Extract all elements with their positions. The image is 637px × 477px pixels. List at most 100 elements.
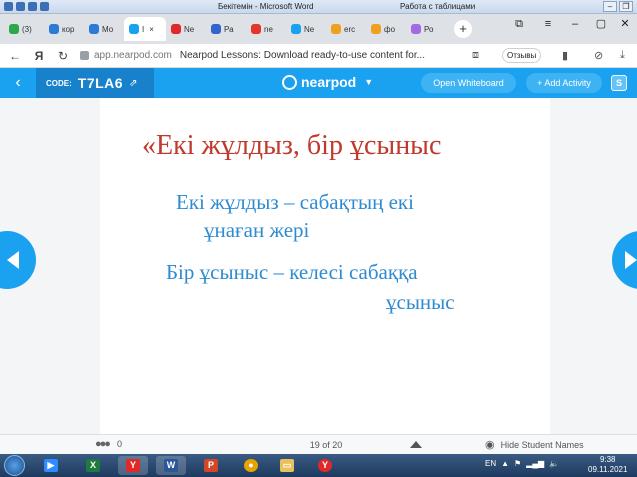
close-tab-icon[interactable]: × xyxy=(149,25,154,34)
reload-icon[interactable]: ↻ xyxy=(54,49,72,63)
url-text[interactable]: app.nearpod.com xyxy=(94,50,172,61)
taskbar-zoom[interactable]: ▶ xyxy=(36,456,66,475)
word-quick-access xyxy=(0,2,150,11)
flag-icon[interactable]: ⚑ xyxy=(514,459,521,468)
next-slide-button[interactable] xyxy=(612,231,637,289)
previous-slide-button[interactable] xyxy=(0,231,36,289)
nearpod-header: ‹ CODE: T7LA6 ⇗ nearpod ▼ Open Whiteboar… xyxy=(0,68,637,98)
expand-up-icon[interactable] xyxy=(410,441,422,448)
clock-time: 9:38 xyxy=(599,455,616,464)
undo-icon[interactable] xyxy=(28,2,37,11)
browser-tab[interactable]: Ра xyxy=(206,17,246,41)
browser-tab[interactable]: Ne xyxy=(286,17,326,41)
taskbar-powerpoint[interactable]: P xyxy=(196,456,226,475)
tab-favicon-icon xyxy=(9,24,19,34)
word-icon[interactable] xyxy=(4,2,13,11)
browser-tab[interactable]: Мо xyxy=(84,17,124,41)
tab-favicon-icon xyxy=(171,24,181,34)
tabs-menu-icon[interactable]: ⧉ xyxy=(506,14,532,34)
tab-favicon-icon xyxy=(331,24,341,34)
taskbar-chrome[interactable]: ● xyxy=(236,456,266,475)
address-bar: ← Я ↻ app.nearpod.com Nearpod Lessons: D… xyxy=(0,44,637,68)
tab-label: Мо xyxy=(102,24,114,34)
browser-tab[interactable]: Ро xyxy=(406,17,446,41)
skype-icon[interactable]: S xyxy=(611,75,627,91)
nearpod-logo-text: nearpod xyxy=(301,74,357,90)
start-button[interactable] xyxy=(4,455,25,476)
language-indicator[interactable]: EN xyxy=(485,459,496,468)
yandex-logo-icon[interactable]: Я xyxy=(30,49,48,63)
tab-label: Ne xyxy=(304,24,315,34)
hide-student-names-button[interactable]: ◉ Hide Student Names xyxy=(485,438,584,451)
tab-label: Ne xyxy=(184,24,195,34)
back-arrow-icon[interactable]: ← xyxy=(6,49,24,63)
users-icon: ●●● xyxy=(95,438,111,450)
redo-icon[interactable] xyxy=(40,2,49,11)
taskbar-word[interactable]: W xyxy=(156,456,186,475)
page-indicator[interactable]: 19 of 20 xyxy=(300,440,352,450)
add-activity-button[interactable]: + Add Activity xyxy=(526,73,602,93)
bookmark-icon[interactable]: ▮ xyxy=(562,49,568,62)
slide-text-line-4: ұсыныс xyxy=(386,290,455,314)
translate-icon[interactable]: ⧈ xyxy=(472,49,479,62)
close-window-button[interactable]: ✕ xyxy=(612,14,637,34)
students-counter[interactable]: ●●● 0 xyxy=(95,438,122,450)
nearpod-logo[interactable]: nearpod ▼ xyxy=(282,74,373,90)
word-window-controls: – ❐ xyxy=(603,1,633,12)
browser-tab-strip: (3) кор Мо I × Ne Ра ne Ne erc фо Ро + ⧉ ≡ – ▢ ✕ xyxy=(0,14,637,44)
yandex-icon: Y xyxy=(318,459,332,472)
clock[interactable]: 9:38 09.11.2021 xyxy=(588,455,627,475)
open-whiteboard-button[interactable]: Open Whiteboard xyxy=(421,73,516,93)
slide: «Екі жұлдыз, бір ұсыныс Екі жұлдыз – саб… xyxy=(100,98,550,434)
reviews-button[interactable]: Отзывы xyxy=(502,48,542,63)
nearpod-footer: ●●● 0 19 of 20 ◉ Hide Student Names xyxy=(0,434,637,454)
taskbar-explorer[interactable]: ▭ xyxy=(272,456,302,475)
tab-favicon-icon xyxy=(291,24,301,34)
tab-list: (3) кор Мо I × Ne Ра ne Ne erc фо Ро xyxy=(0,17,446,41)
volume-icon[interactable]: 🔈 xyxy=(549,459,559,468)
taskbar-yandex-2[interactable]: Y xyxy=(310,456,340,475)
taskbar-yandex[interactable]: Y xyxy=(118,456,148,475)
browser-tab[interactable]: Ne xyxy=(166,17,206,41)
code-panel[interactable]: CODE: T7LA6 ⇗ xyxy=(36,68,154,98)
tab-favicon-icon xyxy=(411,24,421,34)
browser-tab[interactable]: кор xyxy=(44,17,84,41)
student-count: 0 xyxy=(116,439,122,449)
tray-expand-icon[interactable]: ▲ xyxy=(501,459,509,468)
eye-slash-icon: ◉ xyxy=(485,439,495,451)
tab-favicon-icon xyxy=(211,24,221,34)
new-tab-button[interactable]: + xyxy=(454,20,472,38)
download-icon[interactable]: ⤓ xyxy=(620,49,625,62)
powerpoint-icon: P xyxy=(204,459,218,472)
word-restore-button[interactable]: ❐ xyxy=(619,1,633,12)
zoom-icon: ▶ xyxy=(44,459,58,472)
browser-tab[interactable]: фо xyxy=(366,17,406,41)
tab-label: ne xyxy=(264,24,273,34)
tab-label: I xyxy=(142,24,145,34)
triangle-right-icon xyxy=(625,251,637,269)
exit-lesson-icon[interactable]: ‹ xyxy=(0,68,36,98)
tab-favicon-icon xyxy=(371,24,381,34)
browser-tab[interactable]: ne xyxy=(246,17,286,41)
browser-tab[interactable]: I × xyxy=(124,17,166,41)
browser-tab[interactable]: (3) xyxy=(4,17,44,41)
hamburger-menu-icon[interactable]: ≡ xyxy=(535,14,561,34)
save-icon[interactable] xyxy=(16,2,25,11)
extension-icon[interactable]: ⊘ xyxy=(594,49,603,62)
page-title[interactable]: Nearpod Lessons: Download ready-to-use c… xyxy=(180,50,425,61)
tab-favicon-icon xyxy=(89,24,99,34)
network-icon[interactable]: ▂▄▆ xyxy=(526,459,544,468)
word-minimize-button[interactable]: – xyxy=(603,1,617,12)
tab-label: кор xyxy=(62,24,75,34)
word-title-bar: Бекітемін - Microsoft Word Работа с табл… xyxy=(0,0,637,14)
tab-label: erc xyxy=(344,24,356,34)
lock-icon[interactable] xyxy=(80,51,89,60)
minimize-button[interactable]: – xyxy=(562,14,588,34)
taskbar-excel[interactable]: X xyxy=(78,456,108,475)
tab-label: фо xyxy=(384,24,396,34)
tab-favicon-icon xyxy=(251,24,261,34)
restore-button[interactable]: ▢ xyxy=(588,14,614,34)
hide-student-names-label: Hide Student Names xyxy=(500,439,584,450)
browser-tab[interactable]: erc xyxy=(326,17,366,41)
share-code-icon[interactable]: ⇗ xyxy=(129,78,137,89)
